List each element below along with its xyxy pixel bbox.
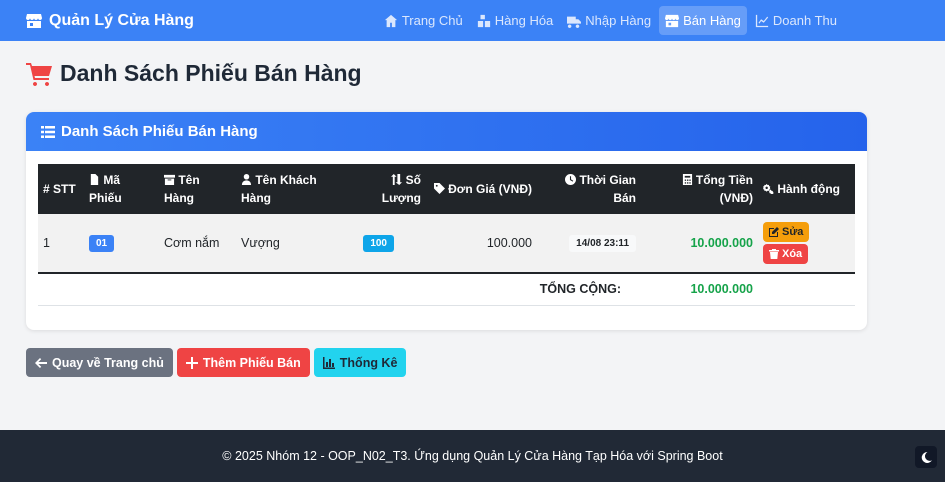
- nav-label: Bán Hàng: [683, 13, 741, 28]
- page-title: Danh Sách Phiếu Bán Hàng: [60, 60, 362, 86]
- table-row: 1 01 Cơm nắm Vượng 100 100.000 14/08 23:…: [38, 214, 855, 273]
- delete-label: Xóa: [782, 248, 803, 260]
- moon-icon: [921, 451, 932, 463]
- col-hanh-dong: Hành động: [758, 164, 855, 214]
- store-icon: [26, 13, 42, 28]
- cell-thoi-gian-ban: 14/08 23:11: [537, 214, 641, 273]
- calculator-icon: [682, 174, 692, 185]
- top-navbar: Quản Lý Cửa Hàng Trang Chủ Hàng Hóa Nhập…: [0, 0, 945, 41]
- nav-item-ban-hang[interactable]: Bán Hàng: [659, 6, 747, 35]
- file-icon: [90, 174, 99, 185]
- theme-toggle-button[interactable]: [915, 446, 937, 468]
- sales-list-card: Danh Sách Phiếu Bán Hàng # STT Mã Phiếu …: [26, 112, 867, 330]
- col-tong-tien: Tổng Tiền (VNĐ): [641, 164, 758, 214]
- cogs-icon: [763, 183, 774, 195]
- col-ten-khach-hang: Tên Khách Hàng: [241, 173, 317, 205]
- tag-icon: [433, 183, 445, 194]
- home-icon: [384, 14, 397, 27]
- total-row: TỔNG CỘNG: 10.000.000: [38, 273, 855, 305]
- delete-button[interactable]: Xóa: [763, 244, 809, 264]
- page-heading: Danh Sách Phiếu Bán Hàng: [26, 60, 362, 87]
- stats-label: Thống Kê: [339, 355, 398, 370]
- cell-hanh-dong: Sửa Xóa: [758, 214, 855, 273]
- page-actions: Quay về Trang chủ Thêm Phiếu Bán Thống K…: [26, 348, 407, 377]
- card-header: Danh Sách Phiếu Bán Hàng: [26, 112, 867, 151]
- back-label: Quay về Trang chủ: [52, 355, 164, 370]
- nav-label: Nhập Hàng: [585, 13, 652, 28]
- back-home-button[interactable]: Quay về Trang chủ: [26, 348, 173, 377]
- edit-label: Sửa: [782, 226, 804, 238]
- brand[interactable]: Quản Lý Cửa Hàng: [26, 12, 194, 30]
- col-stt: # STT: [43, 182, 76, 196]
- footer: © 2025 Nhóm 12 - OOP_N02_T3. Ứng dụng Qu…: [0, 430, 945, 482]
- shopping-cart-icon: [26, 62, 52, 86]
- trash-icon: [769, 249, 779, 259]
- clock-icon: [565, 174, 577, 185]
- nav-item-doanh-thu[interactable]: Doanh Thu: [749, 6, 843, 35]
- so-luong-badge: 100: [363, 234, 394, 252]
- col-so-luong: Số Lượng: [381, 173, 421, 205]
- ma-phieu-badge: 01: [89, 234, 115, 252]
- box-icon: [164, 174, 175, 185]
- footer-text: © 2025 Nhóm 12 - OOP_N02_T3. Ứng dụng Qu…: [222, 449, 723, 463]
- card-title: Danh Sách Phiếu Bán Hàng: [61, 123, 258, 140]
- total-label: TỔNG CỘNG:: [539, 282, 621, 297]
- user-icon: [241, 174, 252, 185]
- total-value: 10.000.000: [690, 282, 753, 297]
- nav-item-hang-hoa[interactable]: Hàng Hóa: [471, 6, 560, 35]
- edit-icon: [769, 227, 779, 237]
- cell-so-luong: 100: [348, 214, 426, 273]
- col-ma-phieu: Mã Phiếu: [89, 173, 122, 205]
- col-don-gia: Đơn Giá (VNĐ): [426, 164, 537, 214]
- cell-tong-tien: 10.000.000: [690, 236, 753, 250]
- cell-don-gia: 100.000: [486, 236, 532, 250]
- sales-table: # STT Mã Phiếu Tên Hàng Tên Khách Hàng S…: [38, 164, 855, 306]
- chart-bar-icon: [322, 356, 335, 369]
- cell-stt: 1: [43, 236, 50, 250]
- nav-item-nhap-hang[interactable]: Nhập Hàng: [561, 6, 657, 35]
- main-nav: Trang Chủ Hàng Hóa Nhập Hàng Bán Hàng Do…: [378, 6, 843, 35]
- cell-ma-phieu: 01: [84, 214, 159, 273]
- cell-ten-khach-hang: Vượng: [241, 236, 280, 250]
- edit-button[interactable]: Sửa: [763, 222, 810, 242]
- col-ten-hang: Tên Hàng: [164, 173, 200, 205]
- nav-label: Doanh Thu: [772, 13, 837, 28]
- cell-ten-hang: Cơm nắm: [164, 236, 220, 250]
- col-thoi-gian-ban: Thời Gian Bán: [537, 164, 641, 214]
- nav-label: Hàng Hóa: [494, 13, 554, 28]
- add-sale-button[interactable]: Thêm Phiếu Bán: [176, 348, 310, 377]
- boxes-icon: [477, 14, 490, 27]
- nav-label: Trang Chủ: [401, 13, 463, 28]
- store-icon: [665, 14, 680, 27]
- add-label: Thêm Phiếu Bán: [202, 355, 301, 370]
- list-icon: [41, 125, 55, 138]
- brand-label: Quản Lý Cửa Hàng: [49, 11, 194, 29]
- arrow-left-icon: [35, 357, 47, 368]
- table-header-row: # STT Mã Phiếu Tên Hàng Tên Khách Hàng S…: [38, 164, 855, 214]
- nav-item-trang-chu[interactable]: Trang Chủ: [378, 6, 469, 35]
- statistics-button[interactable]: Thống Kê: [313, 348, 407, 377]
- chart-line-icon: [755, 14, 769, 27]
- plus-icon: [185, 356, 198, 369]
- truck-icon: [567, 16, 582, 28]
- sort-icon: [391, 174, 403, 185]
- time-badge: 14/08 23:11: [569, 234, 636, 252]
